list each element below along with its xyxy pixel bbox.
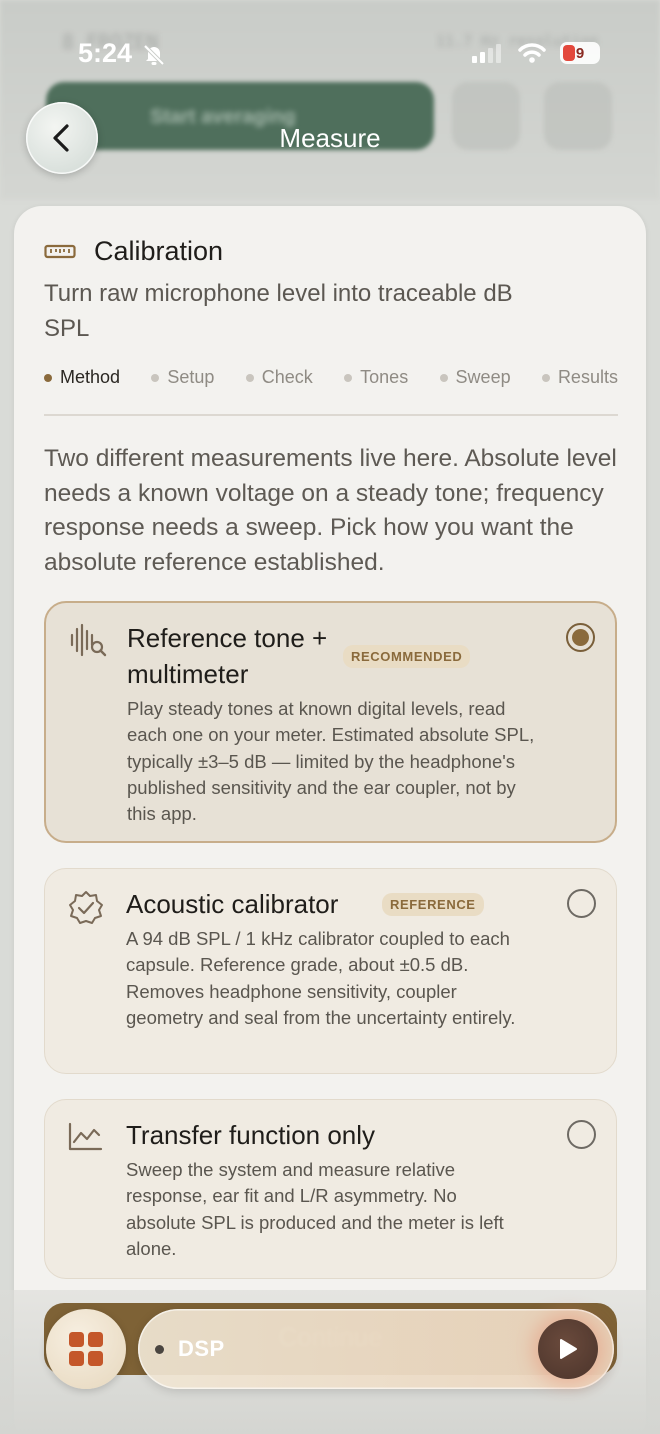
apps-grid-button[interactable] [46,1309,126,1389]
wifi-icon [518,43,546,63]
verified-badge-icon [69,891,103,924]
dsp-label: DSP [178,1336,225,1361]
reference-badge: REFERENCE [382,893,484,916]
step-indicator: Method Setup Check Tones Sweep Results [44,367,618,388]
option-reference-tone[interactable]: Reference tone + multimeter RECOMMENDED … [44,601,617,843]
status-time: 5:24 [78,38,133,68]
radio-unselected[interactable] [567,1120,596,1149]
step-dot [344,373,353,382]
step-dot [245,373,254,382]
step-dot [44,373,52,382]
option-description: A 94 dB SPL / 1 kHz calibrator coupled t… [126,928,516,1028]
calibration-header: Calibration [44,236,223,267]
step-method[interactable]: Method [44,367,120,388]
option-title: Transfer function only [126,1120,376,1150]
line-chart-icon [68,1122,103,1151]
step-dot [541,373,550,382]
signal-icon [472,44,501,63]
option-description: Sweep the system and measure relative re… [126,1159,504,1259]
bell-slash-icon [143,44,165,66]
waveform-search-icon [70,623,107,657]
step-sweep[interactable]: Sweep [439,367,511,388]
play-button[interactable] [538,1319,598,1379]
battery-indicator: 9 [560,42,600,64]
step-check[interactable]: Check [245,367,313,388]
recommended-badge: RECOMMENDED [343,645,471,668]
option-transfer-function[interactable]: Transfer function only Sweep the system … [44,1099,617,1279]
dsp-status-dot [155,1345,164,1354]
step-results[interactable]: Results [541,367,618,388]
status-icons: 9 [472,42,600,64]
intro-text: Two different measurements live here. Ab… [44,445,617,576]
grid-icon [69,1332,103,1366]
divider [44,414,618,416]
option-title: Acoustic calibrator [126,889,339,919]
ruler-icon [44,244,76,258]
calibration-subtitle: Turn raw microphone level into traceable… [44,280,513,342]
radio-unselected[interactable] [567,889,596,918]
calibration-title: Calibration [94,236,224,266]
option-description: Play steady tones at known digital level… [127,698,535,825]
step-dot [439,373,448,382]
step-tones[interactable]: Tones [344,367,408,388]
option-acoustic-calibrator[interactable]: Acoustic calibrator REFERENCE A 94 dB SP… [44,868,617,1074]
step-setup[interactable]: Setup [151,367,214,388]
page-title: Measure [279,123,381,153]
step-dot [151,373,160,382]
radio-selected[interactable] [566,623,595,652]
option-title: Reference tone + multimeter [127,623,328,689]
play-icon [560,1339,577,1359]
